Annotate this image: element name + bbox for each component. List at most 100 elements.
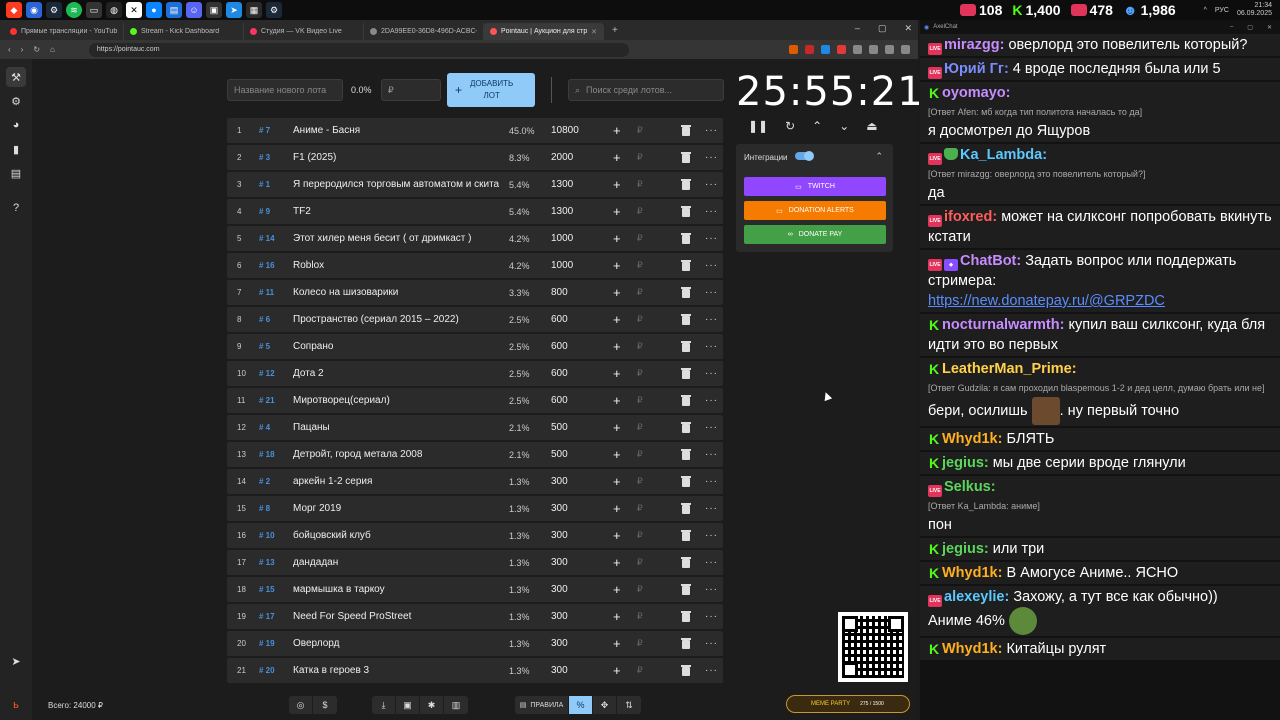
delete-icon[interactable] xyxy=(681,206,691,217)
delete-icon[interactable] xyxy=(681,233,691,244)
chat-nick[interactable]: jegius xyxy=(942,455,984,471)
new-lot-amount-input[interactable]: ₽ xyxy=(381,79,441,101)
twitch-button[interactable]: ▭ TWITCH xyxy=(744,177,886,196)
lot-amount[interactable]: 300 xyxy=(551,638,568,649)
lot-id[interactable]: # 7 xyxy=(259,126,270,135)
more-icon[interactable]: ··· xyxy=(705,638,718,649)
lot-extra-input[interactable]: ₽ xyxy=(637,476,643,487)
wheel-icon[interactable]: ◕ xyxy=(6,115,26,135)
lot-amount[interactable]: 300 xyxy=(551,665,568,676)
increase-icon[interactable]: ⌃ xyxy=(812,119,822,133)
extension-icon[interactable] xyxy=(821,45,830,54)
more-icon[interactable]: ··· xyxy=(705,152,718,163)
add-amount-icon[interactable]: + xyxy=(613,555,621,570)
more-icon[interactable]: ··· xyxy=(705,611,718,622)
home-icon[interactable]: ⌂ xyxy=(50,45,55,54)
delete-icon[interactable] xyxy=(681,152,691,163)
add-amount-icon[interactable]: + xyxy=(613,339,621,354)
delete-icon[interactable] xyxy=(681,476,691,487)
lot-id[interactable]: # 10 xyxy=(259,531,275,540)
downloads-icon[interactable] xyxy=(885,45,894,54)
add-amount-icon[interactable]: + xyxy=(613,123,621,138)
lot-amount[interactable]: 600 xyxy=(551,314,568,325)
delete-icon[interactable] xyxy=(681,557,691,568)
delete-icon[interactable] xyxy=(681,260,691,271)
more-icon[interactable]: ··· xyxy=(705,422,718,433)
lot-extra-input[interactable]: ₽ xyxy=(637,125,643,136)
bug-icon[interactable]: ✱ xyxy=(420,696,444,714)
delete-icon[interactable] xyxy=(681,422,691,433)
browser-tab[interactable]: Прямые трансляции - YouTube Studio xyxy=(4,23,124,40)
auction-gavel-icon[interactable]: ⚒ xyxy=(6,67,26,87)
lot-amount[interactable]: 600 xyxy=(551,341,568,352)
lot-id[interactable]: # 17 xyxy=(259,612,275,621)
lot-amount[interactable]: 500 xyxy=(551,449,568,460)
more-icon[interactable]: ··· xyxy=(705,530,718,541)
lot-id[interactable]: # 21 xyxy=(259,396,275,405)
integrations-toggle[interactable] xyxy=(795,151,814,161)
lot-id[interactable]: # 6 xyxy=(259,315,270,324)
lot-id[interactable]: # 20 xyxy=(259,666,275,675)
delete-icon[interactable] xyxy=(681,287,691,298)
lot-search-input[interactable]: ⌕ Поиск среди лотов... xyxy=(568,79,724,101)
new-lot-name-input[interactable]: Название нового лота xyxy=(227,79,343,101)
lot-extra-input[interactable]: ₽ xyxy=(637,314,643,325)
discord-icon[interactable]: ☺ xyxy=(186,2,202,18)
chat-nick[interactable]: LeatherMan_Prime xyxy=(942,361,1072,377)
lot-id[interactable]: # 18 xyxy=(259,450,275,459)
chat-nick[interactable]: Whyd1k xyxy=(942,565,998,581)
chat-nick[interactable]: ifoxred xyxy=(944,209,992,225)
lot-name[interactable]: Миротворец(сериал) xyxy=(293,395,499,406)
lot-name[interactable]: Need For Speed ProStreet xyxy=(293,611,499,622)
more-icon[interactable]: ··· xyxy=(705,503,718,514)
lot-name[interactable]: бойцовский клуб xyxy=(293,530,499,541)
steam2-icon[interactable]: ⚙ xyxy=(266,2,282,18)
lot-amount[interactable]: 300 xyxy=(551,503,568,514)
steam-icon[interactable]: ⚙ xyxy=(46,2,62,18)
lot-extra-input[interactable]: ₽ xyxy=(637,152,643,163)
more-icon[interactable]: ··· xyxy=(705,395,718,406)
delete-icon[interactable] xyxy=(681,584,691,595)
lot-extra-input[interactable]: ₽ xyxy=(637,233,643,244)
lot-amount[interactable]: 300 xyxy=(551,584,568,595)
lot-amount[interactable]: 800 xyxy=(551,287,568,298)
add-amount-icon[interactable]: + xyxy=(613,312,621,327)
lot-amount[interactable]: 600 xyxy=(551,395,568,406)
chat-nick[interactable]: mirazgg xyxy=(944,37,1000,53)
clear-icon[interactable]: ▥ xyxy=(444,696,468,714)
lot-name[interactable]: Морг 2019 xyxy=(293,503,499,514)
url-field[interactable]: https://pointauc.com xyxy=(88,42,629,57)
delete-icon[interactable] xyxy=(681,395,691,406)
add-amount-icon[interactable]: + xyxy=(613,258,621,273)
browser-tab[interactable]: Студия — VK Видео Live xyxy=(244,23,364,40)
github-icon[interactable]: ◎ xyxy=(289,696,313,714)
chat-app-icon[interactable]: ● xyxy=(146,2,162,18)
lot-name[interactable]: Пространство (сериал 2015 – 2022) xyxy=(293,314,499,325)
lot-extra-input[interactable]: ₽ xyxy=(637,557,643,568)
chat-link[interactable]: https://new.donatepay.ru/@GRPZDC xyxy=(928,291,1272,311)
lang-indicator[interactable]: РУС xyxy=(1215,7,1229,14)
close-icon[interactable]: ✕ xyxy=(1267,24,1272,31)
more-icon[interactable]: ··· xyxy=(705,449,718,460)
lot-name[interactable]: Сопрано xyxy=(293,341,499,352)
add-amount-icon[interactable]: + xyxy=(613,528,621,543)
lot-amount[interactable]: 300 xyxy=(551,557,568,568)
collapse-icon[interactable]: ⌃ xyxy=(875,151,883,162)
lot-extra-input[interactable]: ₽ xyxy=(637,638,643,649)
more-icon[interactable]: ··· xyxy=(705,287,718,298)
delete-icon[interactable] xyxy=(681,503,691,514)
lot-id[interactable]: # 9 xyxy=(259,207,270,216)
donate-pay-button[interactable]: ∞ DONATE PAY xyxy=(744,225,886,244)
chat-nick[interactable]: Whyd1k xyxy=(942,431,998,447)
lot-id[interactable]: # 5 xyxy=(259,342,270,351)
decrease-icon[interactable]: ⌄ xyxy=(839,119,849,133)
lot-id[interactable]: # 11 xyxy=(259,288,274,297)
chat-nick[interactable]: oyomayo xyxy=(942,85,1006,101)
donation-alerts-button[interactable]: ▭ DONATION ALERTS xyxy=(744,201,886,220)
more-icon[interactable]: ··· xyxy=(705,341,718,352)
lot-extra-input[interactable]: ₽ xyxy=(637,260,643,271)
pause-icon[interactable]: ❚❚ xyxy=(748,119,768,133)
lot-amount[interactable]: 1000 xyxy=(551,233,573,244)
reload-icon[interactable]: ↻ xyxy=(33,45,40,54)
lot-id[interactable]: # 4 xyxy=(259,423,270,432)
